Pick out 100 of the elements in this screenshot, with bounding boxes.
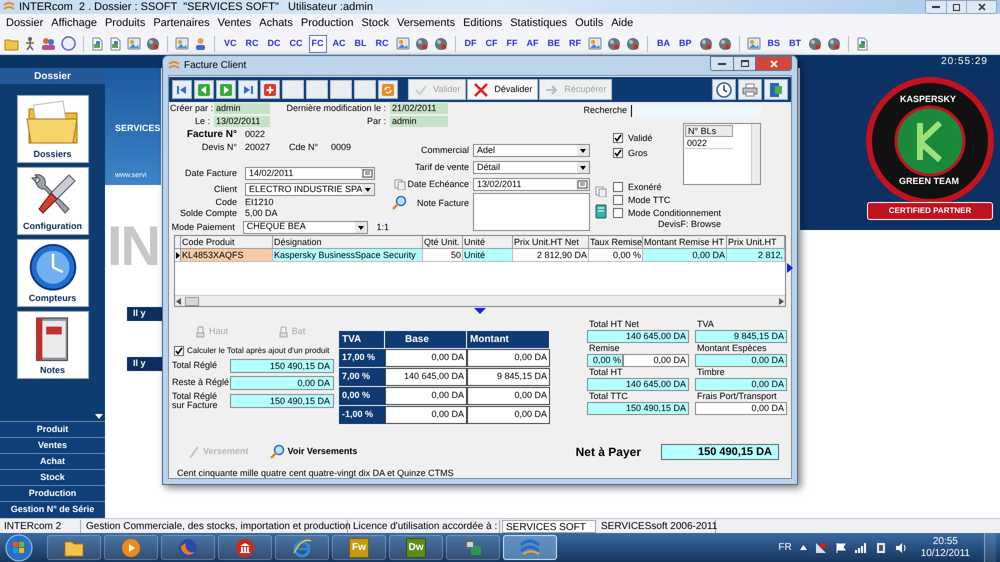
people-icon[interactable]	[41, 36, 56, 50]
search-icon[interactable]	[391, 195, 407, 211]
column-header[interactable]: Unité	[463, 236, 513, 248]
ball-icon[interactable]	[434, 36, 448, 50]
ball-icon[interactable]	[718, 36, 732, 50]
toolbar-button[interactable]: BP	[676, 34, 695, 52]
close-button[interactable]	[755, 57, 791, 70]
percent-field[interactable]: 0,00 %	[587, 354, 623, 367]
language-indicator[interactable]: FR	[778, 540, 792, 555]
toolbar-button[interactable]: AC	[330, 34, 349, 52]
last-record-icon[interactable]	[242, 84, 254, 96]
ball-icon[interactable]	[146, 36, 160, 50]
ball-icon[interactable]	[827, 36, 842, 50]
menu-item[interactable]: Versements	[392, 18, 460, 29]
copy-icon[interactable]	[595, 186, 607, 197]
dropdown-field[interactable]: Détail	[473, 161, 590, 174]
close-icon[interactable]	[978, 3, 986, 11]
date-field[interactable]: 13/02/2011	[473, 178, 590, 191]
ball-icon[interactable]	[698, 36, 713, 50]
menu-item[interactable]: Editions	[459, 18, 506, 29]
sidebar-section[interactable]: Gestion N° de Série	[0, 501, 105, 517]
list-item[interactable]: 0022	[685, 137, 733, 149]
next-record-button[interactable]	[216, 80, 236, 99]
ball-icon[interactable]	[607, 36, 622, 50]
menu-item[interactable]: Produits	[100, 18, 150, 29]
dropdown-field[interactable]: ELECTRO INDUSTRIE SPA	[245, 182, 375, 196]
menu-item[interactable]: Stock	[357, 18, 393, 29]
sidebar-section[interactable]: Stock	[0, 469, 105, 485]
horizontal-scrollbar[interactable]	[175, 295, 785, 306]
note-field[interactable]	[473, 193, 590, 231]
speaker-icon[interactable]	[894, 542, 907, 554]
toolbar-button[interactable]: AF	[524, 34, 542, 52]
maximize-button[interactable]	[733, 57, 755, 70]
picture-icon[interactable]	[746, 37, 761, 50]
splitter-arrow-icon[interactable]	[474, 308, 486, 314]
picture-icon[interactable]	[127, 37, 141, 50]
menu-item[interactable]: Outils	[571, 18, 608, 29]
checkbox[interactable]	[613, 148, 623, 158]
close-button[interactable]	[966, 1, 996, 13]
first-record-icon[interactable]	[176, 84, 188, 96]
ball-icon[interactable]	[808, 36, 822, 50]
toolbar-button[interactable]: CC	[286, 34, 306, 52]
column-header[interactable]: Montant Remise HT	[643, 236, 727, 248]
device-icon[interactable]	[874, 542, 887, 554]
dropdown-field[interactable]: CHEQUE BEA	[242, 220, 368, 234]
folder-icon[interactable]	[4, 36, 19, 50]
history-button[interactable]	[712, 79, 736, 100]
toolbar-button[interactable]: FC	[308, 34, 327, 52]
picture-icon[interactable]	[175, 37, 189, 50]
toolbar-button[interactable]: RF	[566, 34, 584, 52]
menu-item[interactable]: Achats	[255, 18, 297, 29]
toolbar-button[interactable]: RC	[372, 34, 392, 52]
sidebar-tile[interactable]: Dossiers	[16, 95, 88, 163]
scroll-right-icon[interactable]	[779, 298, 784, 304]
sidebar-section[interactable]: Ventes	[0, 437, 105, 453]
document-icon[interactable]	[91, 36, 104, 50]
previous-record-button[interactable]	[194, 80, 214, 99]
document-icon[interactable]	[856, 36, 870, 50]
column-header[interactable]: Qté Unit.	[423, 236, 463, 248]
scroll-thumb[interactable]	[185, 296, 199, 306]
sidebar-tile[interactable]: Configuration	[16, 167, 88, 235]
checkbox[interactable]	[613, 195, 623, 205]
sidebar-tile[interactable]: Compteurs	[16, 239, 88, 307]
toolbar-button[interactable]: DF	[462, 34, 480, 52]
person-icon[interactable]	[194, 36, 207, 50]
column-header[interactable]: Code Produit	[181, 236, 273, 248]
sidebar-tile[interactable]: Notes	[16, 311, 88, 379]
calendar-icon[interactable]	[576, 179, 589, 190]
add-button[interactable]	[260, 80, 280, 99]
ball-icon[interactable]	[414, 36, 429, 50]
menu-item[interactable]: Production	[296, 18, 358, 29]
restore-button[interactable]	[946, 1, 966, 13]
menu-item[interactable]: Affichage	[47, 18, 101, 29]
exit-icon[interactable]	[769, 82, 783, 98]
copy-icon[interactable]	[394, 179, 406, 190]
sidebar-section[interactable]: Achat	[0, 453, 105, 469]
column-header[interactable]: Taux Remise	[589, 236, 643, 248]
flag-icon[interactable]	[834, 542, 847, 554]
toolbar-button[interactable]: BL	[352, 34, 370, 52]
toolbar-action-button[interactable]: Dévalider	[467, 79, 538, 100]
menu-item[interactable]: Statistiques	[506, 18, 572, 29]
figure-icon[interactable]	[24, 36, 36, 51]
toolbar-button[interactable]: BA	[654, 34, 674, 52]
ball-icon[interactable]	[626, 36, 640, 50]
last-record-button[interactable]	[238, 80, 258, 99]
dropdown-field[interactable]: Adel	[473, 144, 590, 157]
menu-item[interactable]: Dossier	[2, 18, 48, 29]
menu-item[interactable]: Partenaires	[149, 18, 214, 29]
refresh-button[interactable]	[378, 80, 398, 99]
date-field[interactable]: 14/02/2011	[245, 167, 375, 180]
print-button[interactable]	[738, 79, 762, 100]
menu-item[interactable]: Ventes	[214, 18, 256, 29]
sidebar-section[interactable]: Produit	[0, 421, 105, 437]
taskbar-date[interactable]: 10/12/2011	[920, 548, 970, 560]
scroll-left-icon[interactable]	[176, 298, 181, 304]
exit-button[interactable]	[764, 79, 788, 100]
first-record-button[interactable]	[172, 80, 192, 99]
calendar-icon[interactable]	[361, 168, 374, 180]
taskbar-button[interactable]: Dw	[389, 535, 443, 560]
toolbar-button[interactable]: FF	[504, 34, 521, 52]
